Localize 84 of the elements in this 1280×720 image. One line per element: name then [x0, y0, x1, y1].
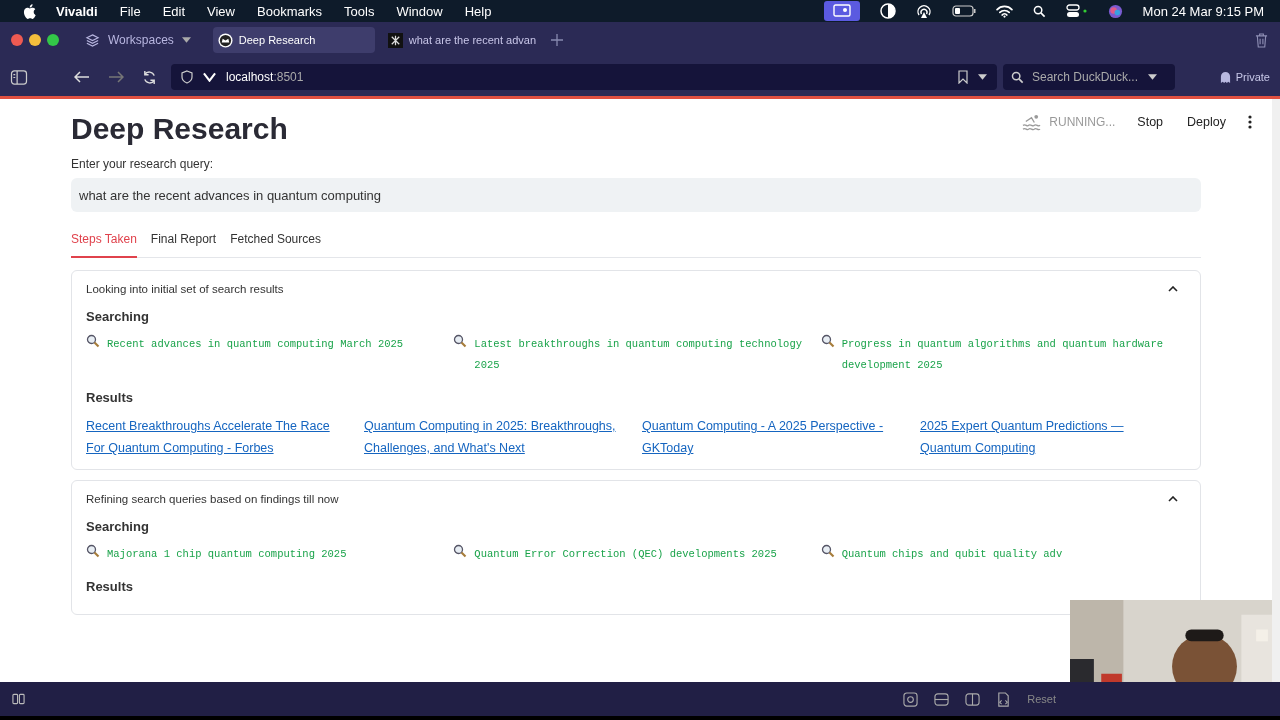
reload-icon[interactable]	[142, 69, 157, 85]
ghost-icon	[1219, 71, 1231, 83]
menu-item[interactable]: Tools	[344, 3, 375, 19]
contrast-icon[interactable]	[879, 3, 896, 19]
chevron-icon[interactable]	[1168, 496, 1178, 502]
url-text[interactable]: localhost:8501	[226, 70, 304, 84]
menu-item[interactable]: Window	[396, 3, 443, 19]
stop-button[interactable]: Stop	[1135, 111, 1166, 133]
result-link[interactable]: Recent Breakthroughs Accelerate The Race For Quantum Computing - Forbes	[86, 415, 344, 459]
field-label: Enter your research query:	[71, 157, 215, 171]
caret-icon[interactable]	[978, 74, 987, 80]
menu-item[interactable]: Help	[464, 3, 492, 19]
search-query: Progress in quantum algorithms and quantum hardware development 2025	[841, 337, 1164, 373]
private-indicator: Private	[1219, 71, 1270, 83]
apple-icon[interactable]	[23, 3, 36, 19]
search-query: Quantum Error Correction (QEC) developments 2025	[474, 547, 777, 562]
favicon-icon	[387, 32, 403, 48]
browser-tab[interactable]: what are the recent advan	[382, 27, 545, 53]
favicon-icon	[217, 32, 233, 48]
search-query: Majorana 1 chip quantum computing 2025	[107, 547, 347, 562]
magnifier-icon	[820, 544, 835, 558]
swimmer-icon	[1022, 113, 1042, 131]
caret-icon[interactable]	[1148, 74, 1157, 80]
caret-icon	[181, 37, 191, 43]
magnifier-icon	[86, 334, 100, 348]
magnifier-icon	[86, 544, 100, 558]
browser-tab[interactable]: Deep Research	[212, 27, 375, 53]
tab[interactable]: Steps Taken	[71, 224, 137, 258]
section-heading: Results	[86, 390, 134, 405]
menu-item[interactable]: Bookmarks	[257, 3, 323, 19]
menu-bar-clock: Mon 24 Mar 9:15 PM	[1142, 3, 1264, 19]
bookmark-icon[interactable]	[958, 70, 968, 84]
search-icon[interactable]	[1011, 70, 1026, 84]
capture-icon[interactable]	[903, 691, 919, 707]
menu-item[interactable]: File	[119, 3, 141, 19]
search-input[interactable]: Search DuckDuck...	[1030, 69, 1144, 85]
magnifier-icon	[453, 544, 468, 558]
battery-icon[interactable]	[951, 5, 976, 17]
step-title[interactable]: Refining search queries based on findings till now	[86, 493, 339, 505]
page-title: Deep Research	[71, 111, 288, 147]
search-icon[interactable]	[1032, 4, 1046, 18]
running-status: RUNNING...	[1022, 113, 1116, 131]
sidebar-toggle-icon[interactable]	[10, 69, 28, 85]
airplay-icon[interactable]	[915, 3, 932, 19]
panel-toggle-icon[interactable]	[12, 693, 25, 705]
reset-button[interactable]: Reset	[1027, 693, 1056, 705]
menu-item[interactable]: Edit	[162, 3, 186, 19]
split-view-icon[interactable]	[965, 691, 981, 707]
result-link[interactable]: Quantum Computing in 2025: Breakthroughs, Challenges, and What's Next	[364, 415, 622, 459]
tab[interactable]: Fetched Sources	[230, 224, 321, 258]
section-heading: Results	[86, 579, 134, 594]
magnifier-icon	[820, 334, 835, 348]
search-field[interactable]: Search DuckDuck...	[1003, 64, 1175, 90]
more-icon[interactable]	[1248, 115, 1252, 129]
page-code-icon[interactable]	[996, 691, 1012, 707]
new-tab-icon[interactable]	[550, 34, 563, 46]
app-menu[interactable]: Vivaldi	[56, 3, 98, 19]
chevron-icon[interactable]	[1168, 286, 1178, 292]
tiling-icon[interactable]	[934, 691, 950, 707]
control-center-icon[interactable]	[1065, 4, 1088, 18]
query-field[interactable]: what are the recent advances in quantum computing	[71, 178, 1201, 212]
layers-icon	[85, 32, 100, 48]
step-title[interactable]: Looking into initial set of search results	[86, 283, 284, 295]
screen-share-icon[interactable]	[823, 1, 860, 21]
forward-icon[interactable]	[108, 71, 124, 83]
search-query: Quantum chips and qubit quality adv	[841, 547, 1063, 562]
search-query: Recent advances in quantum computing March 2025	[107, 337, 404, 352]
trash-icon[interactable]	[1255, 32, 1268, 48]
tab[interactable]: Final Report	[150, 224, 217, 258]
shield-icon[interactable]	[181, 70, 193, 84]
siri-icon[interactable]	[1107, 3, 1123, 19]
deploy-button[interactable]: Deploy	[1185, 111, 1228, 133]
back-icon[interactable]	[74, 71, 90, 83]
wifi-icon[interactable]	[995, 4, 1013, 18]
result-link[interactable]: 2025 Expert Quantum Predictions — Quantum Computing	[920, 415, 1178, 459]
search-query: Latest breakthroughs in quantum computing technology 2025	[474, 337, 803, 373]
window-controls-drawing[interactable]	[11, 34, 59, 46]
magnifier-icon	[453, 334, 468, 348]
section-heading: Searching	[86, 309, 150, 324]
vivaldi-logo-icon	[203, 72, 216, 82]
result-link[interactable]: Quantum Computing - A 2025 Perspective - GKToday	[642, 415, 900, 459]
menu-item[interactable]: View	[207, 3, 235, 19]
workspaces-button[interactable]: Workspaces	[85, 32, 205, 48]
section-heading: Searching	[86, 519, 150, 534]
